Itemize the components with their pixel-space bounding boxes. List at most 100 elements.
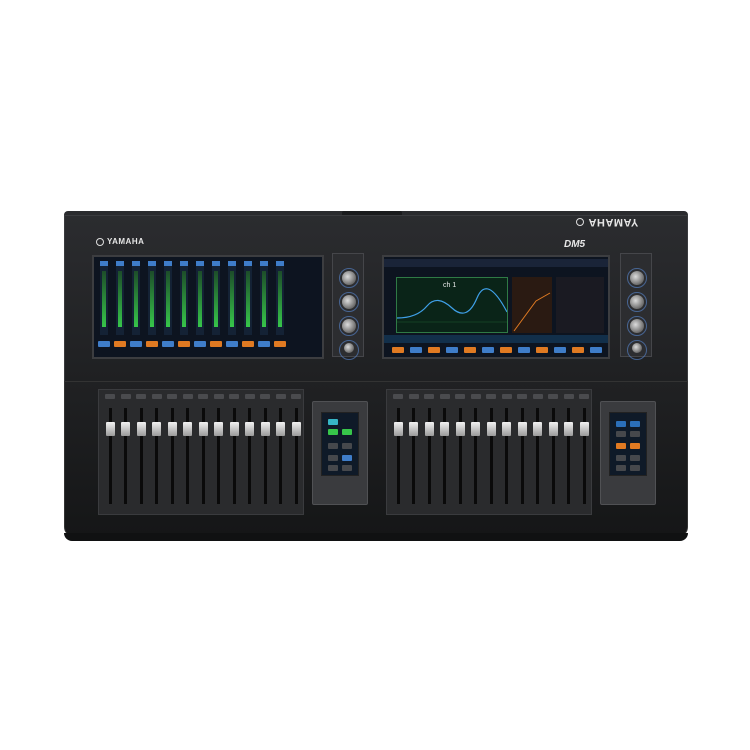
channel-select-key[interactable] bbox=[518, 347, 530, 353]
channel-select-key[interactable] bbox=[242, 341, 254, 347]
touch-button[interactable] bbox=[342, 465, 352, 471]
fader-select-button[interactable] bbox=[486, 394, 496, 399]
channel-select-key[interactable] bbox=[98, 341, 110, 347]
channel-select-key[interactable] bbox=[162, 341, 174, 347]
fader-select-button[interactable] bbox=[439, 394, 450, 399]
fader-select-button[interactable] bbox=[470, 394, 481, 399]
fader-cap-icon[interactable] bbox=[455, 422, 465, 436]
touch-button[interactable] bbox=[328, 419, 338, 425]
fader-cap-icon[interactable] bbox=[136, 422, 146, 436]
fader-cap-icon[interactable] bbox=[579, 422, 589, 436]
rotary-knob-icon[interactable] bbox=[630, 271, 644, 285]
fader-cap-icon[interactable] bbox=[424, 422, 434, 436]
screen-channel-strip[interactable] bbox=[212, 261, 220, 335]
fader-select-button[interactable] bbox=[275, 394, 286, 399]
channel-select-key[interactable] bbox=[178, 341, 190, 347]
touch-button[interactable] bbox=[616, 421, 626, 427]
channel-select-key[interactable] bbox=[590, 347, 602, 353]
touch-button[interactable] bbox=[616, 465, 626, 471]
channel-select-key[interactable] bbox=[536, 347, 548, 353]
screen-channel-strip[interactable] bbox=[116, 261, 124, 335]
channel-select-key[interactable] bbox=[464, 347, 476, 353]
fader-cap-icon[interactable] bbox=[276, 422, 285, 436]
screen-tabs[interactable] bbox=[384, 335, 608, 343]
screen-channel-strip[interactable] bbox=[260, 261, 268, 335]
channel-select-key[interactable] bbox=[500, 347, 512, 353]
channel-select-key[interactable] bbox=[226, 341, 238, 347]
fader-select-button[interactable] bbox=[501, 394, 512, 399]
touch-button[interactable] bbox=[616, 455, 626, 461]
touch-button[interactable] bbox=[630, 455, 640, 461]
rotary-knob-icon[interactable] bbox=[632, 343, 642, 353]
screen-channel-strip[interactable] bbox=[164, 261, 172, 335]
fader-select-button[interactable] bbox=[244, 394, 255, 399]
screen-channel-strip[interactable] bbox=[228, 261, 236, 335]
screen-channel-strip[interactable] bbox=[148, 261, 156, 335]
fader-cap-icon[interactable] bbox=[409, 422, 418, 436]
fader-cap-icon[interactable] bbox=[152, 422, 161, 436]
fader-cap-icon[interactable] bbox=[517, 422, 527, 436]
eq-display[interactable]: ch 1 bbox=[396, 277, 508, 333]
fader-cap-icon[interactable] bbox=[502, 422, 511, 436]
touch-button[interactable] bbox=[630, 465, 640, 471]
channel-select-key[interactable] bbox=[410, 347, 422, 353]
channel-select-key[interactable] bbox=[554, 347, 566, 353]
channel-select-key[interactable] bbox=[446, 347, 458, 353]
fader-select-button[interactable] bbox=[120, 394, 131, 399]
touch-button[interactable] bbox=[630, 421, 640, 427]
channel-select-key[interactable] bbox=[572, 347, 584, 353]
screen-channel-strip[interactable] bbox=[132, 261, 140, 335]
screen-channel-strip[interactable] bbox=[244, 261, 252, 335]
fader-select-button[interactable] bbox=[393, 394, 403, 399]
center-touch-screen[interactable] bbox=[321, 412, 359, 476]
rotary-knob-icon[interactable] bbox=[344, 343, 354, 353]
fader-cap-icon[interactable] bbox=[183, 422, 192, 436]
fader-cap-icon[interactable] bbox=[105, 422, 115, 436]
fader-select-button[interactable] bbox=[424, 394, 434, 399]
fader-cap-icon[interactable] bbox=[121, 422, 130, 436]
channel-select-key[interactable] bbox=[194, 341, 206, 347]
fader-select-button[interactable] bbox=[517, 394, 527, 399]
screen-channel-strip[interactable] bbox=[180, 261, 188, 335]
touch-button[interactable] bbox=[328, 465, 338, 471]
fader-select-button[interactable] bbox=[532, 394, 543, 399]
fader-select-button[interactable] bbox=[563, 394, 574, 399]
fader-select-button[interactable] bbox=[408, 394, 419, 399]
fader-cap-icon[interactable] bbox=[198, 422, 208, 436]
fader-cap-icon[interactable] bbox=[167, 422, 177, 436]
screen-channel-strip[interactable] bbox=[276, 261, 284, 335]
fader-cap-icon[interactable] bbox=[471, 422, 480, 436]
fader-select-button[interactable] bbox=[229, 394, 239, 399]
rotary-knob-icon[interactable] bbox=[630, 319, 644, 333]
fader-select-button[interactable] bbox=[182, 394, 193, 399]
fader-select-button[interactable] bbox=[151, 394, 162, 399]
channel-select-key[interactable] bbox=[482, 347, 494, 353]
fader-cap-icon[interactable] bbox=[214, 422, 223, 436]
touch-button[interactable] bbox=[630, 431, 640, 437]
fader-cap-icon[interactable] bbox=[229, 422, 239, 436]
touch-button[interactable] bbox=[342, 455, 352, 461]
touch-button[interactable] bbox=[342, 429, 352, 435]
channel-select-key[interactable] bbox=[428, 347, 440, 353]
touch-button[interactable] bbox=[630, 443, 640, 449]
fader-cap-icon[interactable] bbox=[548, 422, 558, 436]
touch-button[interactable] bbox=[616, 443, 626, 449]
screen-channel-strip[interactable] bbox=[196, 261, 204, 335]
fader-select-button[interactable] bbox=[260, 394, 270, 399]
screen-channel-strip[interactable] bbox=[100, 261, 108, 335]
channel-select-key[interactable] bbox=[114, 341, 126, 347]
fader-cap-icon[interactable] bbox=[564, 422, 573, 436]
fader-select-button[interactable] bbox=[548, 394, 558, 399]
fader-select-button[interactable] bbox=[136, 394, 146, 399]
rotary-knob-icon[interactable] bbox=[342, 319, 356, 333]
touch-button[interactable] bbox=[328, 443, 338, 449]
fader-select-button[interactable] bbox=[291, 394, 301, 399]
channel-select-key[interactable] bbox=[258, 341, 270, 347]
right-touch-screen[interactable] bbox=[609, 412, 647, 476]
fader-cap-icon[interactable] bbox=[486, 422, 496, 436]
fader-select-button[interactable] bbox=[579, 394, 589, 399]
rotary-knob-icon[interactable] bbox=[342, 271, 356, 285]
channel-select-key[interactable] bbox=[146, 341, 158, 347]
fader-select-button[interactable] bbox=[213, 394, 224, 399]
touch-button[interactable] bbox=[328, 429, 338, 435]
